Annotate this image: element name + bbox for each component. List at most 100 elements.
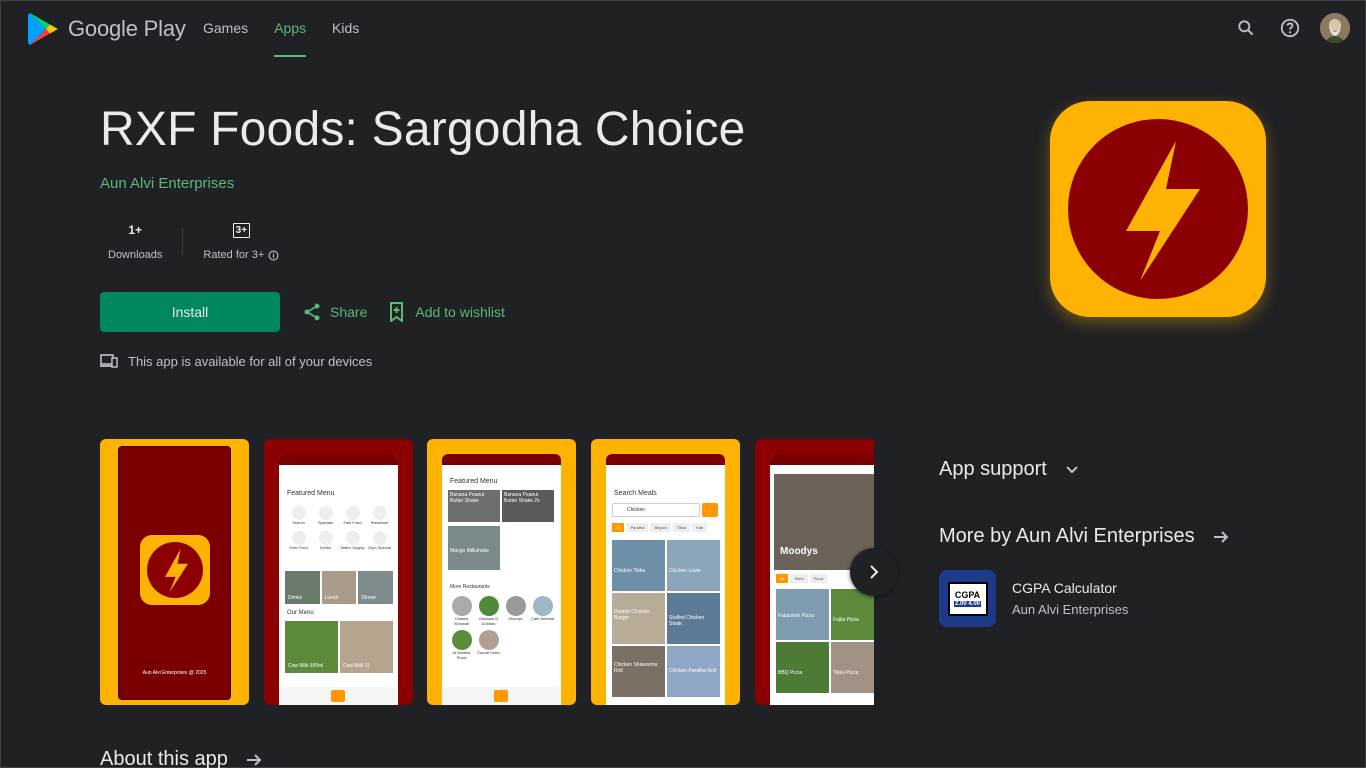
- help-icon[interactable]: [1276, 12, 1304, 44]
- arrow-right-icon: [246, 753, 262, 766]
- action-row: Install Share Add to wishlist: [100, 292, 505, 332]
- wishlist-label: Add to wishlist: [415, 304, 505, 320]
- play-logo-icon: [28, 13, 58, 45]
- chevron-right-icon: [870, 565, 879, 579]
- category-label: Water Supply: [340, 545, 365, 550]
- menu-results: Fabasheh Pizza Fajita Pizza BBQ Pizza Ti…: [776, 589, 874, 693]
- bottom-nav: [279, 687, 398, 705]
- arrow-right-icon: [1213, 530, 1229, 543]
- devices-text: This app is available for all of your de…: [128, 353, 373, 369]
- result-card: Double Chicken Burger: [612, 593, 665, 644]
- screenshot-1[interactable]: Aun Alvi Enterprises @ 2025: [100, 439, 249, 705]
- category-label: Search: [292, 520, 305, 525]
- result-card: Stuffed Chicken Steak: [667, 593, 720, 644]
- meal-tiles: Drinks Lunch Dinner: [285, 571, 394, 604]
- lightning-bolt-icon: [147, 542, 203, 598]
- about-label: About this app: [100, 748, 228, 768]
- developer-link[interactable]: Aun Alvi Enterprises: [100, 175, 234, 192]
- carousel-next-button[interactable]: [850, 548, 898, 596]
- category-label: Breakfast: [371, 520, 388, 525]
- menu-card-label: Cow Milk 500ml: [288, 663, 324, 669]
- category-label: Gym Special: [368, 545, 391, 550]
- screenshot-3[interactable]: Featured Menu Banana Peanut Butter Shake…: [427, 439, 576, 705]
- filter-chips: All Paratha Biryani Tikka Kab: [612, 523, 720, 532]
- restaurant-label: Moodys: [508, 616, 523, 621]
- tile-label: Mango Milkshake: [448, 526, 500, 570]
- phone-status-bar: [279, 454, 398, 465]
- header-actions: [1232, 12, 1350, 44]
- phone-screen: Featured Menu Search Specials Fast Food …: [279, 454, 398, 705]
- tile-label: Banana Peanut Butter Shake 2x: [502, 490, 554, 522]
- category-label: Drinks: [319, 545, 332, 550]
- menu-cards: Cow Milk 500ml Cow Milk 1L: [285, 621, 393, 673]
- tile-label: Lunch: [324, 595, 339, 601]
- filter-chip: Paratha: [626, 523, 649, 532]
- chevron-down-icon: [1066, 465, 1078, 473]
- search-meals-heading: Search Meals: [614, 490, 657, 497]
- our-menu-heading: Our Menu: [287, 610, 314, 616]
- app-support-toggle[interactable]: App support: [939, 458, 1079, 481]
- app-stats: 1+ Downloads 3+ Rated for 3+: [100, 222, 287, 261]
- content-rating-stat: 3+ Rated for 3+: [195, 222, 287, 261]
- meal-search-input: Chicken: [612, 503, 700, 517]
- screenshot-4[interactable]: Search Meals Chicken All Paratha Biryani…: [591, 439, 740, 705]
- rating-badge-icon: 3+: [232, 222, 251, 238]
- category-grid: Search Specials Fast Food Breakfast Desi…: [285, 506, 393, 550]
- share-button[interactable]: Share: [302, 302, 367, 322]
- phone-status-bar: [442, 454, 561, 465]
- restaurant-label: Cafe Ambala: [531, 616, 554, 621]
- menu-card-label: Cow Milk 1L: [343, 663, 371, 669]
- nav-tab-kids[interactable]: Kids: [319, 0, 372, 57]
- account-avatar[interactable]: [1320, 13, 1350, 43]
- result-card: Tikka Pizza: [831, 642, 874, 693]
- install-button[interactable]: Install: [100, 292, 280, 332]
- category-label: Fast Food: [343, 520, 362, 525]
- restaurant-label: Al Madina Pizza: [452, 650, 471, 660]
- wishlist-button[interactable]: Add to wishlist: [389, 302, 505, 322]
- splash-screen: Aun Alvi Enterprises @ 2025: [118, 446, 231, 700]
- screenshot-2[interactable]: Featured Menu Search Specials Fast Food …: [264, 439, 413, 705]
- share-label: Share: [330, 304, 368, 320]
- google-play-logo[interactable]: Google Play: [28, 12, 186, 46]
- filter-chip: Biryani: [650, 523, 671, 532]
- more-restaurants-heading: More Restaurants: [450, 584, 490, 590]
- more-by-developer-link[interactable]: More by Aun Alvi Enterprises: [939, 525, 1229, 548]
- filter-chip: All: [612, 523, 625, 532]
- bottom-nav: [442, 687, 561, 705]
- result-card: Chicken Tikka: [612, 540, 665, 591]
- filter-chip: Kab: [692, 523, 708, 532]
- device-availability: This app is available for all of your de…: [100, 353, 372, 369]
- tile-label: Dinner: [361, 595, 377, 601]
- screenshot-carousel[interactable]: Aun Alvi Enterprises @ 2025 Featured Men…: [100, 439, 874, 705]
- info-icon[interactable]: [268, 250, 279, 261]
- app-icon: [1050, 101, 1266, 317]
- phone-screen: Search Meals Chicken All Paratha Biryani…: [606, 454, 725, 705]
- stat-divider: [182, 228, 184, 255]
- filter-chip: Tikka: [672, 523, 691, 532]
- result-card: Chicken Shawarma Roll: [612, 646, 665, 697]
- related-app-developer: Aun Alvi Enterprises: [1012, 602, 1129, 617]
- splash-footer: Aun Alvi Enterprises @ 2025: [142, 670, 207, 676]
- app-support-label: App support: [939, 458, 1047, 480]
- downloads-stat: 1+ Downloads: [100, 222, 170, 261]
- phone-status-bar: [770, 454, 874, 465]
- search-results: Chicken Tikka Chicken Lover Double Chick…: [612, 540, 720, 697]
- restaurant-label: Zardar Hotel: [477, 650, 500, 655]
- search-icon: [702, 503, 718, 517]
- featured-menu-heading: Featured Menu: [287, 490, 335, 497]
- about-this-app-link[interactable]: About this app: [100, 748, 262, 768]
- phone-screen: Featured Menu Banana Peanut Butter Shake…: [442, 454, 561, 705]
- app-title: RXF Foods: Sargodha Choice: [100, 103, 746, 156]
- category-label: Specials: [317, 520, 334, 525]
- result-card: Chicken Lover: [667, 540, 720, 591]
- restaurant-grid: Chaska Shinwari Ghuaam N Dubban Moodys C…: [448, 596, 556, 660]
- lightning-bolt-icon: [1068, 119, 1248, 299]
- nav-tab-apps[interactable]: Apps: [261, 0, 319, 57]
- downloads-label: Downloads: [108, 249, 163, 261]
- filter-chip: All: [776, 574, 789, 583]
- splash-logo: [140, 535, 210, 605]
- search-icon[interactable]: [1232, 12, 1260, 44]
- nav-tab-games[interactable]: Games: [190, 0, 261, 57]
- related-app-card[interactable]: CGPA 2.00 4.00 CGPA Calculator Aun Alvi …: [939, 570, 1128, 627]
- share-icon: [304, 303, 320, 321]
